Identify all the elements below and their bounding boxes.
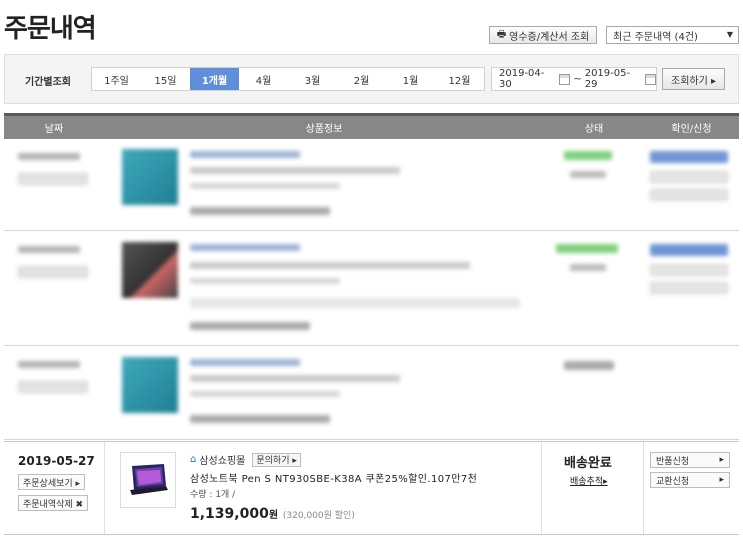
receipt-button-label: 영수증/계산서 조회 <box>509 31 590 43</box>
column-status: 상태 <box>584 124 604 135</box>
period-tab-january[interactable]: 1월 <box>386 68 435 90</box>
product-name[interactable]: 삼성노트북 Pen S NT930SBE-K38A 쿠폰25%할인.107만7천 <box>190 470 477 485</box>
discount-amount: (320,000원 할인) <box>282 511 355 521</box>
track-delivery-link[interactable]: 배송추적▸ <box>570 474 608 487</box>
period-tab-1week[interactable]: 1주일 <box>92 68 141 90</box>
inquiry-button[interactable]: 문의하기 ▸ <box>252 452 301 467</box>
home-icon: ⌂ <box>190 454 197 465</box>
chevron-right-icon: ▸ <box>719 455 724 465</box>
seller-name[interactable]: 삼성쇼핑몰 <box>199 452 245 467</box>
column-divider <box>104 442 105 534</box>
search-button[interactable]: 조회하기 ▸ <box>662 68 725 90</box>
date-to[interactable]: 2019-05-29 <box>585 68 642 90</box>
recent-orders-select[interactable]: 최근 주문내역 (4건) ▼ <box>606 26 739 44</box>
printer-icon: 🖶 <box>496 28 507 40</box>
page-title: 주문내역 <box>4 14 97 44</box>
date-from[interactable]: 2019-04-30 <box>499 68 556 90</box>
exchange-request-label: 교환신청 <box>656 476 690 487</box>
column-divider <box>541 442 542 534</box>
return-request-label: 반품신청 <box>656 456 690 467</box>
order-row-blurred <box>4 139 739 231</box>
chevron-right-icon: ▸ <box>719 475 724 485</box>
order-row-blurred <box>4 232 739 346</box>
order-row-blurred <box>4 347 739 440</box>
receipt-button[interactable]: 🖶 영수증/계산서 조회 <box>489 26 597 44</box>
column-action: 확인/신청 <box>671 124 712 135</box>
product-image[interactable] <box>120 452 176 508</box>
calendar-icon[interactable] <box>645 73 657 85</box>
return-request-button[interactable]: 반품신청 ▸ <box>650 452 730 468</box>
period-tab-february[interactable]: 2월 <box>337 68 386 90</box>
period-tabs: 1주일 15일 1개월 4월 3월 2월 1월 12월 <box>91 67 485 91</box>
exchange-request-button[interactable]: 교환신청 ▸ <box>650 472 730 488</box>
period-tab-april[interactable]: 4월 <box>239 68 288 90</box>
price-unit: 원 <box>268 510 279 521</box>
period-tab-1month[interactable]: 1개월 <box>190 68 239 90</box>
date-range: 2019-04-30 ~ 2019-05-29 <box>491 67 657 91</box>
calendar-icon[interactable] <box>559 73 571 85</box>
product-price: 1,139,000원 (320,000원 할인) <box>190 506 355 522</box>
period-filter-bar: 기간별조회 1주일 15일 1개월 4월 3월 2월 1월 12월 2019-0… <box>4 54 739 104</box>
order-row: 2019-05-27 주문상세보기 ▸ 주문내역삭제 ✖ ⌂ 삼성쇼핑몰 문의하… <box>4 441 739 535</box>
order-detail-button[interactable]: 주문상세보기 ▸ <box>18 474 86 490</box>
order-date: 2019-05-27 <box>18 454 95 468</box>
order-table-header: 날짜 상품정보 상태 확인/신청 <box>4 113 739 139</box>
period-tab-december[interactable]: 12월 <box>435 68 484 90</box>
column-divider <box>643 442 644 534</box>
period-tab-15days[interactable]: 15일 <box>141 68 190 90</box>
product-quantity: 수량 : 1개 / <box>190 490 236 500</box>
period-tab-march[interactable]: 3월 <box>288 68 337 90</box>
seller-info: ⌂ 삼성쇼핑몰 문의하기 ▸ <box>190 452 301 467</box>
recent-orders-select-value: 최근 주문내역 (4건) <box>613 31 698 43</box>
column-product: 상품정보 <box>305 124 343 135</box>
dropdown-arrow-icon: ▼ <box>726 30 733 39</box>
order-delete-button[interactable]: 주문내역삭제 ✖ <box>18 495 89 511</box>
column-date: 날짜 <box>44 124 64 135</box>
delivery-status: 배송완료 <box>564 456 612 471</box>
price-amount: 1,139,000 <box>190 506 269 522</box>
period-label: 기간별조회 <box>25 77 71 88</box>
date-separator: ~ <box>573 73 582 85</box>
